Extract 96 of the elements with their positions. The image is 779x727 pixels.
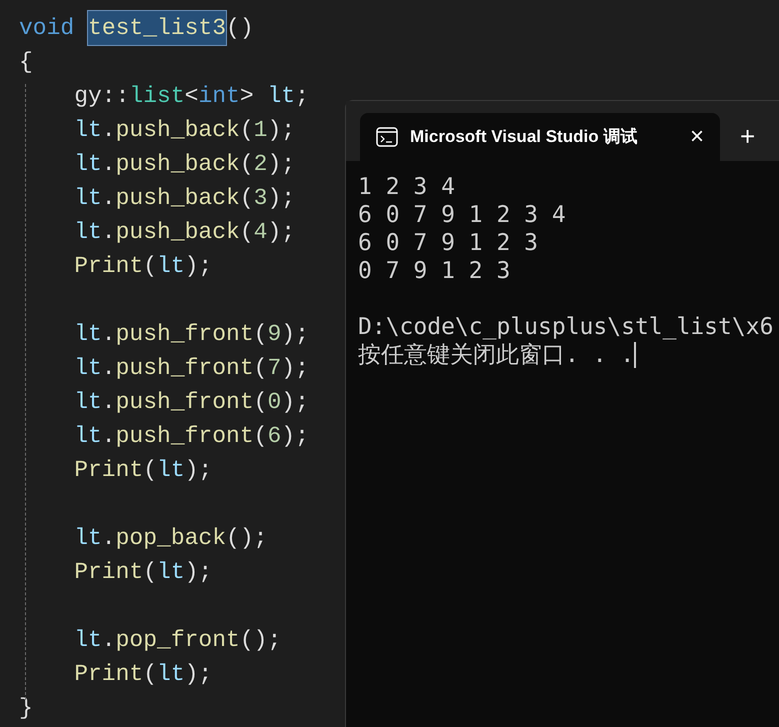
code-token: 9 xyxy=(267,320,282,349)
text-cursor xyxy=(634,342,636,368)
code-token: gy:: xyxy=(74,82,130,111)
code-token: ); xyxy=(184,660,212,689)
code-token: . xyxy=(102,354,116,383)
code-token: push_back xyxy=(116,150,240,179)
code-token: int xyxy=(198,82,240,111)
code-token: . xyxy=(102,524,116,553)
code-token: (); xyxy=(226,524,268,553)
code-token: push_back xyxy=(116,218,240,247)
code-token: ); xyxy=(267,218,296,247)
console-tab[interactable]: Microsoft Visual Studio 调试 × xyxy=(360,113,720,161)
code-token: 3 xyxy=(254,184,268,213)
code-token: lt xyxy=(74,524,102,553)
code-token: ); xyxy=(184,252,212,281)
code-token: pop_front xyxy=(116,626,240,655)
code-token: ( xyxy=(143,456,158,485)
code-token: ); xyxy=(281,354,309,383)
tab-title: Microsoft Visual Studio 调试 xyxy=(410,126,638,148)
console-output-line: 6 0 7 9 1 2 3 xyxy=(358,229,538,257)
code-token: Print xyxy=(74,252,144,281)
code-token: pop_back xyxy=(116,524,226,553)
code-token: ( xyxy=(254,422,268,451)
console-output-line: 0 7 9 1 2 3 xyxy=(358,257,510,285)
code-token: lt xyxy=(74,354,102,383)
code-token: . xyxy=(102,422,116,451)
code-token: lt xyxy=(157,660,185,689)
code-token: 4 xyxy=(254,218,268,247)
code-token: } xyxy=(19,694,33,723)
code-token: lt xyxy=(74,626,102,655)
code-token: ); xyxy=(184,456,212,485)
code-token: ( xyxy=(254,388,268,417)
code-token: lt xyxy=(74,150,102,179)
code-token: push_front xyxy=(116,354,254,383)
code-token: { xyxy=(19,48,33,77)
code-token: < xyxy=(184,82,198,111)
code-token: lt xyxy=(74,218,102,247)
code-token: . xyxy=(102,150,116,179)
code-token: push_back xyxy=(116,116,240,145)
code-token: ( xyxy=(143,252,158,281)
code-token: 2 xyxy=(254,150,268,179)
code-token: push_front xyxy=(116,388,254,417)
code-token: ); xyxy=(184,558,212,587)
code-token: ); xyxy=(281,388,309,417)
code-token: ); xyxy=(281,422,309,451)
console-output-line: 按任意键关闭此窗口. . . xyxy=(358,341,634,369)
code-token: lt xyxy=(267,82,296,111)
code-token: 7 xyxy=(267,354,282,383)
code-token: 6 xyxy=(267,422,282,451)
code-token: lt xyxy=(74,422,102,451)
code-token: > xyxy=(240,82,254,111)
code-token: void xyxy=(19,14,74,43)
code-token: push_front xyxy=(116,422,254,451)
code-token: ); xyxy=(281,320,309,349)
code-token: lt xyxy=(74,320,102,349)
code-token: lt xyxy=(157,558,185,587)
code-token: ( xyxy=(143,558,158,587)
code-token: . xyxy=(102,320,116,349)
code-token: (); xyxy=(240,626,282,655)
code-token: lt xyxy=(157,252,185,281)
new-tab-button[interactable]: + xyxy=(740,123,756,149)
code-token: ( xyxy=(240,150,254,179)
code-token: lt xyxy=(74,388,102,417)
code-token: . xyxy=(102,626,116,655)
code-token: . xyxy=(102,116,116,145)
code-token: . xyxy=(102,184,116,213)
code-token: ( xyxy=(240,116,254,145)
code-token: 1 xyxy=(254,116,268,145)
console-output-line: D:\code\c_plusplus\stl_list\x6 xyxy=(358,313,774,341)
code-token: ); xyxy=(267,116,296,145)
code-token: ( xyxy=(143,660,158,689)
code-token: push_front xyxy=(116,320,254,349)
code-token: list xyxy=(129,82,185,111)
code-token: . xyxy=(102,388,116,417)
code-token: test_list3 xyxy=(88,11,226,45)
code-token: ; xyxy=(295,82,309,111)
console-output-line: 6 0 7 9 1 2 3 4 xyxy=(358,201,566,229)
code-token: () xyxy=(226,14,254,43)
close-tab-button[interactable]: × xyxy=(690,125,704,149)
code-token: ( xyxy=(240,218,254,247)
console-output-line: 1 2 3 4 xyxy=(358,173,455,201)
code-token: ); xyxy=(267,184,296,213)
code-token: push_back xyxy=(116,184,240,213)
code-token: lt xyxy=(74,184,102,213)
code-token: 0 xyxy=(267,388,282,417)
code-token: ( xyxy=(240,184,254,213)
terminal-icon xyxy=(376,127,398,147)
code-token: ( xyxy=(254,320,268,349)
code-token: lt xyxy=(74,116,102,145)
code-token: . xyxy=(102,218,116,247)
code-token: lt xyxy=(157,456,185,485)
code-token: Print xyxy=(74,456,144,485)
code-token: ( xyxy=(254,354,268,383)
code-token: Print xyxy=(74,660,144,689)
code-token: Print xyxy=(74,558,144,587)
code-token: ); xyxy=(267,150,296,179)
